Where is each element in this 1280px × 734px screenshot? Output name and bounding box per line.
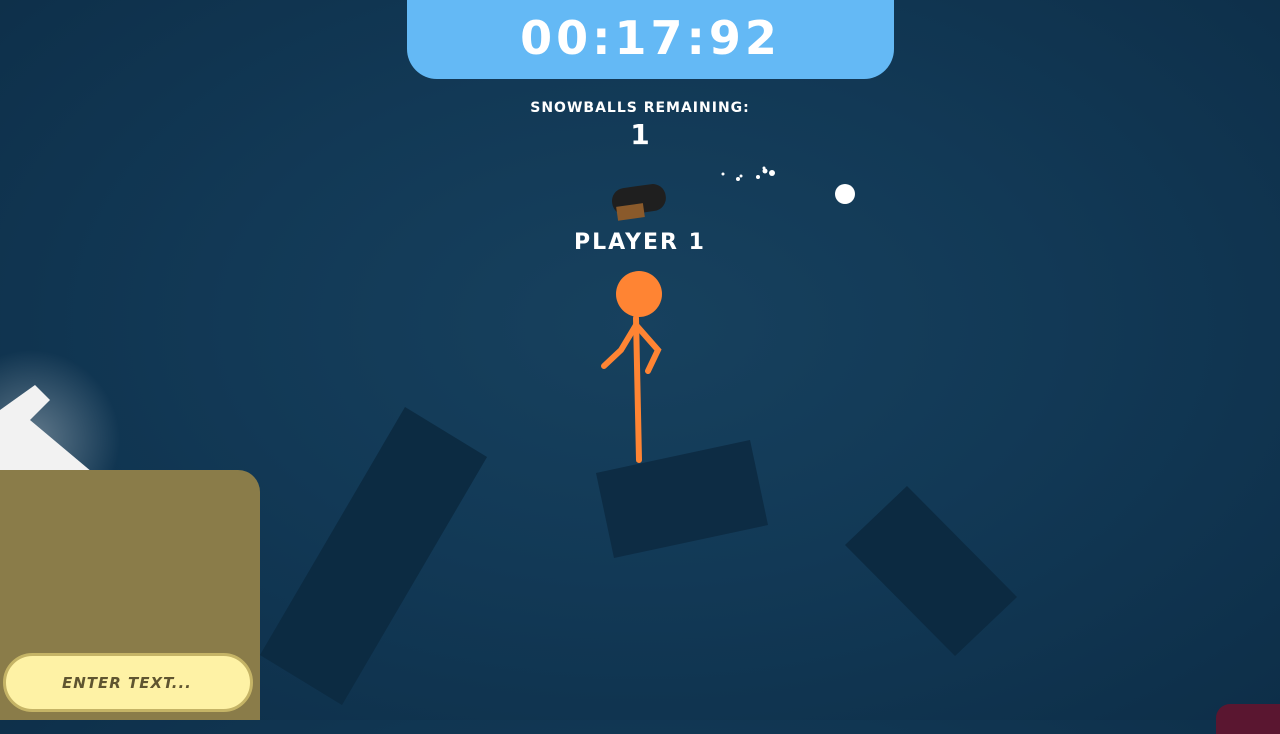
snowball [835, 184, 855, 204]
platform-left [260, 407, 487, 705]
snow-particle [739, 174, 743, 178]
snow-particle [762, 166, 766, 170]
player-head [616, 271, 662, 317]
timer-panel: 00:17:92 [407, 0, 894, 79]
player-name-label: PLAYER 1 [574, 230, 706, 255]
snow-particle [721, 172, 725, 176]
snow-particle [756, 175, 760, 179]
snowballs-remaining-label: SNOWBALLS REMAINING: [530, 100, 750, 116]
platform-center [596, 440, 768, 558]
platform-right [845, 486, 1017, 656]
player-body [633, 315, 642, 463]
snowballs-remaining-count: 1 [630, 118, 650, 151]
snow-particle [736, 177, 740, 181]
chat-input[interactable] [3, 653, 253, 712]
snow-particle [769, 170, 775, 176]
corner-panel [1216, 704, 1280, 734]
timer-text: 00:17:92 [520, 10, 781, 65]
player-arm-left [601, 322, 639, 369]
player-stickman [601, 271, 662, 463]
